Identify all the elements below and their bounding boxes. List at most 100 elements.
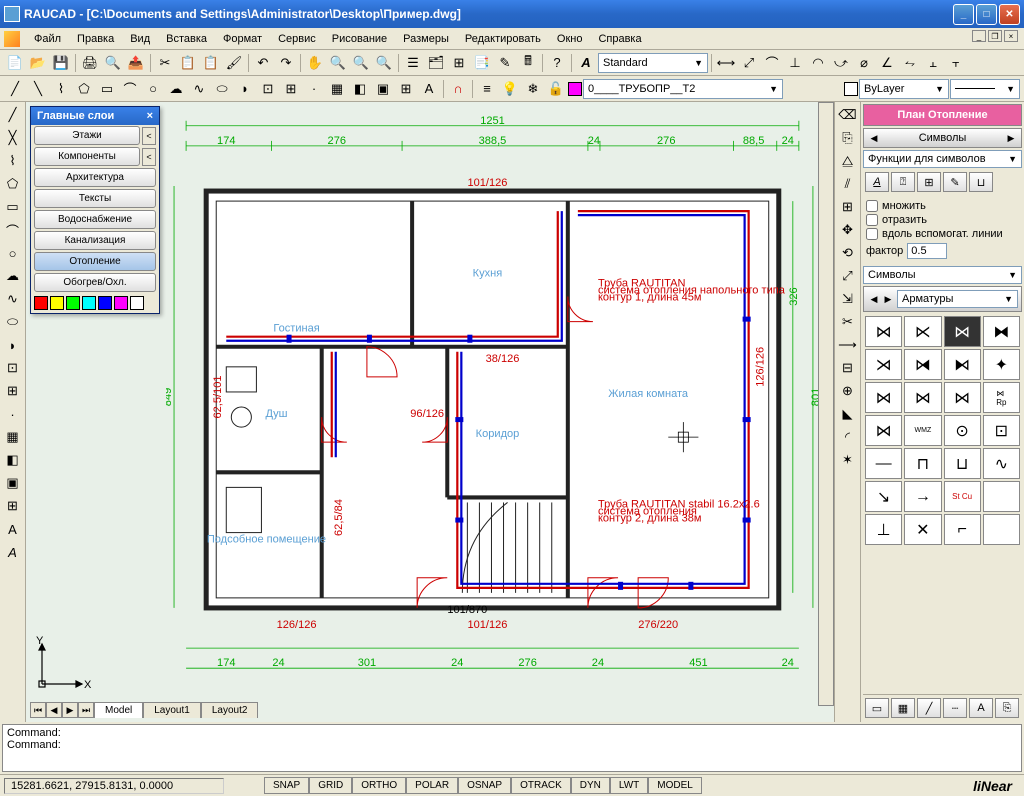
tool-line-icon[interactable]: ╱: [917, 698, 941, 718]
layer-bulb-icon[interactable]: 💡: [499, 78, 521, 100]
tab-model[interactable]: Model: [94, 702, 143, 718]
draw-table-icon[interactable]: ⊞: [2, 495, 24, 517]
symbol-arrow-2[interactable]: →: [904, 481, 941, 512]
dim-baseline-icon[interactable]: ⫠: [922, 52, 944, 74]
draw-gradient-icon[interactable]: ◧: [2, 449, 24, 471]
prev-icon[interactable]: ◀: [867, 133, 881, 144]
tool-palettes-icon[interactable]: ⊞: [448, 52, 470, 74]
symbol-valve-14[interactable]: WMZ: [904, 415, 941, 446]
join-icon[interactable]: ⊕: [837, 380, 859, 402]
symbol-valve-6[interactable]: ⧒: [904, 349, 941, 380]
close-button[interactable]: ✕: [999, 4, 1020, 25]
menu-view[interactable]: Вид: [122, 31, 158, 47]
fn-group-icon[interactable]: ⊔: [969, 172, 993, 192]
layer-components[interactable]: Компоненты: [34, 147, 140, 166]
draw-spline-icon[interactable]: ∿: [2, 288, 24, 310]
make-block-icon[interactable]: ⊞: [280, 78, 302, 100]
draw-pline-icon[interactable]: ⌇: [2, 150, 24, 172]
fn-grid-icon[interactable]: ⊞: [917, 172, 941, 192]
layer-combo[interactable]: 0____ТРУБОПР__Т2 ▼: [583, 79, 783, 99]
spline-icon[interactable]: ∿: [188, 78, 210, 100]
symbol-valve-8[interactable]: ✦: [983, 349, 1020, 380]
layers-panel-title[interactable]: Главные слои ×: [31, 107, 159, 125]
symbol-valve-5[interactable]: ⋊: [865, 349, 902, 380]
expand-icon[interactable]: <: [142, 127, 156, 145]
erase-icon[interactable]: ⌫: [837, 104, 859, 126]
line-icon[interactable]: ╱: [4, 78, 26, 100]
color-swatch[interactable]: [114, 296, 128, 310]
preview-icon[interactable]: 🔍: [102, 52, 124, 74]
symbol-valve-12[interactable]: ⋈Rp: [983, 382, 1020, 413]
chamfer-icon[interactable]: ◣: [837, 403, 859, 425]
draw-polygon-icon[interactable]: ⬠: [2, 173, 24, 195]
dim-radius-icon[interactable]: ◠: [807, 52, 829, 74]
print-icon[interactable]: 🖨: [79, 52, 101, 74]
symbol-valve-11[interactable]: ⋈: [944, 382, 981, 413]
publish-icon[interactable]: 📤: [125, 52, 147, 74]
dim-linear-icon[interactable]: ⟷: [715, 52, 737, 74]
move-icon[interactable]: ✥: [837, 219, 859, 241]
layer-heating[interactable]: Отопление: [34, 252, 156, 271]
symbol-valve-3[interactable]: ⋈: [944, 316, 981, 347]
arc-icon[interactable]: ⌒: [119, 78, 141, 100]
symbol-elbow[interactable]: ⌐: [944, 514, 981, 545]
panel-header[interactable]: План Отопление: [863, 104, 1022, 126]
symbol-valve-13[interactable]: ⋈: [865, 415, 902, 446]
insert-block-icon[interactable]: ⊡: [257, 78, 279, 100]
linetype-combo[interactable]: ByLayer ▼: [859, 79, 949, 99]
trim-icon[interactable]: ✂: [837, 311, 859, 333]
symbol-valve-9[interactable]: ⋈: [865, 382, 902, 413]
category-combo[interactable]: Арматуры ▼: [897, 290, 1018, 308]
status-grid[interactable]: GRID: [309, 777, 352, 794]
expand-icon[interactable]: <: [142, 148, 156, 166]
copy-icon[interactable]: 📋: [177, 52, 199, 74]
draw-point-icon[interactable]: ·: [2, 403, 24, 425]
design-center-icon[interactable]: 🗂: [425, 52, 447, 74]
symbol-meter[interactable]: ⊡: [983, 415, 1020, 446]
layers-close-icon[interactable]: ×: [147, 110, 153, 122]
status-lwt[interactable]: LWT: [610, 777, 648, 794]
layer-lock-icon[interactable]: 🔓: [545, 78, 567, 100]
undo-icon[interactable]: ↶: [252, 52, 274, 74]
functions-combo[interactable]: Функции для символов ▼: [863, 150, 1022, 168]
status-osnap[interactable]: OSNAP: [458, 777, 511, 794]
draw-hatch-icon[interactable]: ▦: [2, 426, 24, 448]
menu-draw[interactable]: Рисование: [324, 31, 395, 47]
tab-layout2[interactable]: Layout2: [201, 702, 259, 718]
mdi-restore[interactable]: ❐: [988, 30, 1002, 42]
offset-icon[interactable]: ⫽: [837, 173, 859, 195]
draw-block-icon[interactable]: ⊞: [2, 380, 24, 402]
dim-angular-icon[interactable]: ∠: [876, 52, 898, 74]
sheet-set-icon[interactable]: 📑: [471, 52, 493, 74]
draw-ellipse-icon[interactable]: ⬭: [2, 311, 24, 333]
redo-icon[interactable]: ↷: [275, 52, 297, 74]
symbol-pipe-3[interactable]: ⊔: [944, 448, 981, 479]
array-icon[interactable]: ⊞: [837, 196, 859, 218]
symbols-lib-combo[interactable]: Символы ▼: [863, 266, 1022, 284]
check-multiply[interactable]: множить: [866, 199, 1019, 213]
polygon-icon[interactable]: ⬠: [73, 78, 95, 100]
pan-icon[interactable]: ✋: [304, 52, 326, 74]
maximize-button[interactable]: □: [976, 4, 997, 25]
symbol-arrow-1[interactable]: ↘: [865, 481, 902, 512]
symbol-stcu[interactable]: St Cu: [944, 481, 981, 512]
layer-water[interactable]: Водоснабжение: [34, 210, 156, 229]
dim-ordinate-icon[interactable]: ⊥: [784, 52, 806, 74]
menu-tools[interactable]: Сервис: [270, 31, 324, 47]
draw-region-icon[interactable]: ▣: [2, 472, 24, 494]
draw-revcloud-icon[interactable]: ☁: [2, 265, 24, 287]
draw-line-icon[interactable]: ╱: [2, 104, 24, 126]
dim-diameter-icon[interactable]: ⌀: [853, 52, 875, 74]
markup-icon[interactable]: ✎: [494, 52, 516, 74]
menu-insert[interactable]: Вставка: [158, 31, 215, 47]
rectangle-icon[interactable]: ▭: [96, 78, 118, 100]
fillet-icon[interactable]: ◜: [837, 426, 859, 448]
color-swatch[interactable]: [82, 296, 96, 310]
dim-aligned-icon[interactable]: ⤢: [738, 52, 760, 74]
drawing-canvas[interactable]: Главные слои × Этажи< Компоненты< Архите…: [26, 102, 834, 722]
tool-dash-icon[interactable]: ┄: [943, 698, 967, 718]
symbol-pipe-4[interactable]: ∿: [983, 448, 1020, 479]
status-dyn[interactable]: DYN: [571, 777, 610, 794]
explode-icon[interactable]: ✶: [837, 449, 859, 471]
extend-icon[interactable]: ⟶: [837, 334, 859, 356]
